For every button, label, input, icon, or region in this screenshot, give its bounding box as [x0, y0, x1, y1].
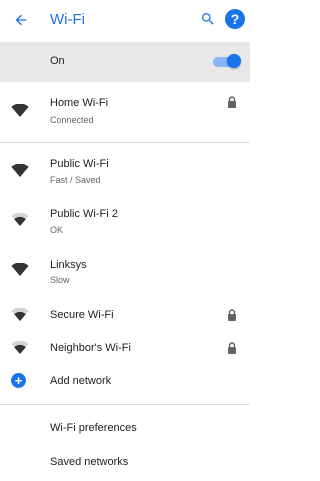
app-bar: Wi-Fi ?: [0, 0, 250, 42]
wifi-master-switch-row[interactable]: On: [0, 42, 250, 82]
saved-networks-item[interactable]: Saved networks: [50, 456, 128, 468]
back-button[interactable]: [8, 7, 34, 33]
wifi-signal-medium-icon: [11, 341, 29, 354]
network-status: OK: [50, 225, 64, 235]
network-name: Public Wi-Fi: [50, 158, 109, 170]
help-button[interactable]: ?: [225, 9, 245, 29]
network-name: Home Wi-Fi: [50, 97, 109, 109]
network-row[interactable]: Public Wi-Fi Fast / Saved: [0, 150, 250, 192]
network-row[interactable]: Public Wi-Fi 2 OK: [0, 201, 250, 243]
wifi-signal-medium-icon: [11, 308, 29, 321]
search-button[interactable]: [196, 7, 220, 31]
wifi-preferences-item[interactable]: Wi-Fi preferences: [50, 422, 137, 434]
add-network-button[interactable]: Add network: [50, 375, 111, 387]
section-divider: [0, 404, 250, 405]
network-row[interactable]: Linksys Slow: [0, 253, 250, 295]
network-name: Public Wi-Fi 2: [50, 208, 118, 220]
connected-network-row[interactable]: Home Wi-Fi Connected: [0, 82, 250, 142]
wifi-signal-full-icon: [11, 164, 29, 177]
section-divider: [0, 142, 250, 143]
network-name: Linksys: [50, 259, 87, 271]
network-name: Neighbor's Wi-Fi: [50, 342, 131, 354]
network-status: Connected: [50, 115, 94, 125]
master-switch-label: On: [50, 55, 65, 67]
wifi-toggle[interactable]: [213, 54, 241, 68]
network-row[interactable]: Secure Wi-Fi: [0, 302, 250, 332]
network-status: Slow: [50, 275, 70, 285]
lock-icon: [228, 342, 236, 354]
toggle-thumb: [227, 54, 241, 68]
add-circle-icon[interactable]: +: [11, 373, 26, 388]
network-status: Fast / Saved: [50, 175, 101, 185]
network-row[interactable]: Neighbor's Wi-Fi: [0, 335, 250, 365]
wifi-signal-full-icon: [11, 104, 29, 117]
arrow-back-icon: [15, 14, 27, 26]
lock-icon: [228, 96, 236, 108]
wifi-signal-medium-icon: [11, 213, 29, 226]
network-name: Secure Wi-Fi: [50, 309, 114, 321]
wifi-signal-full-icon: [11, 263, 29, 276]
lock-icon: [228, 309, 236, 321]
page-title: Wi-Fi: [50, 11, 85, 28]
search-icon: [202, 13, 214, 25]
help-icon: ?: [230, 11, 240, 27]
